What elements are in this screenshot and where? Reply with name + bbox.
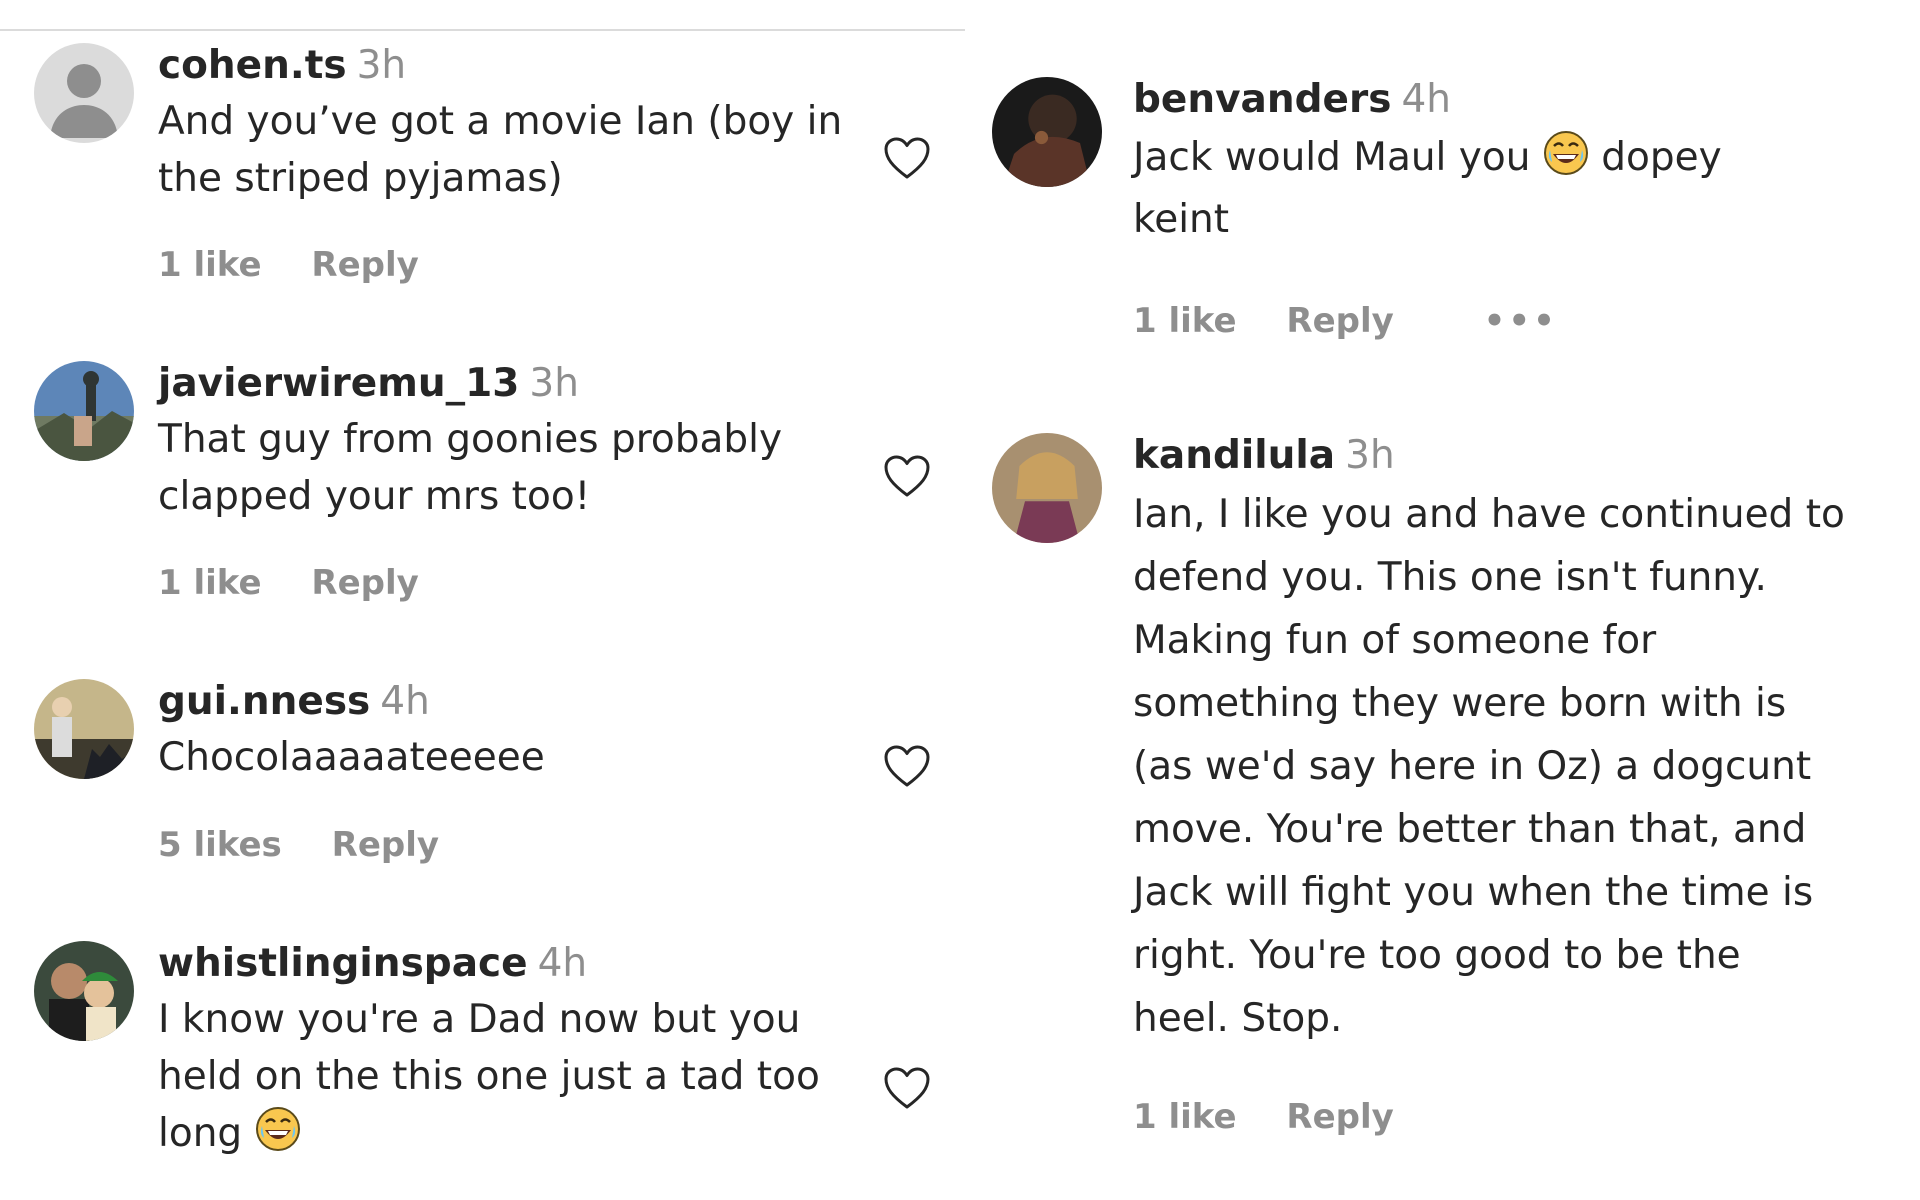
comment-text-line: Jack will fight you when the time is xyxy=(1133,870,1814,915)
avatar[interactable] xyxy=(34,361,134,461)
more-options-icon[interactable]: ••• xyxy=(1484,301,1558,341)
avatar[interactable] xyxy=(34,679,134,779)
comment-username[interactable]: gui.nness xyxy=(158,679,370,724)
reply-button[interactable]: Reply xyxy=(332,825,439,865)
comment-username[interactable]: cohen.ts xyxy=(158,43,347,88)
comment-text: And you’ve got a movie Ian (boy in the s… xyxy=(158,93,842,207)
avatar[interactable] xyxy=(34,941,134,1041)
comment-text: I know you're a Dad now but you held on … xyxy=(158,991,820,1162)
comment-time: 3h xyxy=(529,361,579,406)
avatar[interactable] xyxy=(992,433,1102,543)
comments-panel-left: cohen.ts 3h And you’ve got a movie Ian (b… xyxy=(0,0,965,1200)
comment-time: 4h xyxy=(380,679,430,724)
comment-text-line: long xyxy=(158,1105,820,1162)
comment-text-line: keint xyxy=(1133,197,1230,242)
comment-text-line: Chocolaaaaateeeee xyxy=(158,735,545,780)
comment-username[interactable]: whistlinginspace xyxy=(158,941,528,986)
laughing-emoji-icon xyxy=(255,1106,301,1152)
laughing-emoji-icon xyxy=(1543,130,1589,176)
avatar[interactable] xyxy=(992,77,1102,187)
comment-text-line: right. You're too good to be the xyxy=(1133,933,1741,978)
likes-count[interactable]: 1 like xyxy=(158,245,262,285)
likes-count[interactable]: 1 like xyxy=(158,563,262,603)
comment-text-line: I know you're a Dad now but you xyxy=(158,997,801,1042)
reply-button[interactable]: Reply xyxy=(311,245,418,285)
photo-avatar-icon xyxy=(992,77,1102,187)
comment-text: Chocolaaaaateeeee xyxy=(158,729,545,786)
reply-button[interactable]: Reply xyxy=(1286,1097,1393,1137)
comment-text-line: clapped your mrs too! xyxy=(158,474,591,519)
comment-text: That guy from goonies probably clapped y… xyxy=(158,411,782,525)
likes-count[interactable]: 1 like xyxy=(1133,301,1237,341)
comment-text-line: heel. Stop. xyxy=(1133,996,1343,1041)
comment-text-line: And you’ve got a movie Ian (boy in xyxy=(158,99,843,144)
comment-text-line: move. You're better than that, and xyxy=(1133,807,1807,852)
avatar[interactable] xyxy=(34,43,134,143)
likes-count[interactable]: 5 likes xyxy=(158,825,282,865)
comment-text: Ian, I like you and have continued to de… xyxy=(1133,483,1845,1050)
comment-time: 4h xyxy=(537,941,588,986)
comment-text: Jack would Maul you dopey keint xyxy=(1133,127,1722,251)
heart-outline-icon[interactable] xyxy=(882,743,932,789)
heart-outline-icon[interactable] xyxy=(882,135,932,181)
comment-text-line: Making fun of someone for xyxy=(1133,618,1657,663)
comment-time: 4h xyxy=(1401,77,1451,122)
reply-button[interactable]: Reply xyxy=(311,563,418,603)
heart-outline-icon[interactable] xyxy=(882,453,932,499)
photo-avatar-icon xyxy=(34,361,134,461)
divider xyxy=(0,29,965,31)
photo-avatar-icon xyxy=(34,679,134,779)
comment-username[interactable]: benvanders xyxy=(1133,77,1391,122)
comment-username[interactable]: kandilula xyxy=(1133,433,1335,478)
comments-panel-right: benvanders 4h Jack would Maul you dopey k… xyxy=(965,0,1920,1200)
comment-time: 3h xyxy=(356,43,407,88)
likes-count[interactable]: 1 like xyxy=(1133,1097,1237,1137)
comment-text-line: something they were born with is xyxy=(1133,681,1787,726)
comment-text-line: Jack would Maul you dopey xyxy=(1133,127,1722,189)
comment-text-line: (as we'd say here in Oz) a dogcunt xyxy=(1133,744,1812,789)
reply-button[interactable]: Reply xyxy=(1286,301,1393,341)
comment-text-line: Ian, I like you and have continued to xyxy=(1133,492,1845,537)
default-avatar-icon xyxy=(34,43,134,143)
comment-username[interactable]: javierwiremu_13 xyxy=(158,361,519,406)
photo-avatar-icon xyxy=(992,433,1102,543)
comment-text-line: held on the this one just a tad too xyxy=(158,1054,820,1099)
heart-outline-icon[interactable] xyxy=(882,1065,932,1111)
comment-text-line: That guy from goonies probably xyxy=(158,417,783,462)
comment-text-line: defend you. This one isn't funny. xyxy=(1133,555,1767,600)
photo-avatar-icon xyxy=(34,941,134,1041)
comment-text-line: the striped pyjamas) xyxy=(158,156,563,201)
comment-time: 3h xyxy=(1345,433,1395,478)
